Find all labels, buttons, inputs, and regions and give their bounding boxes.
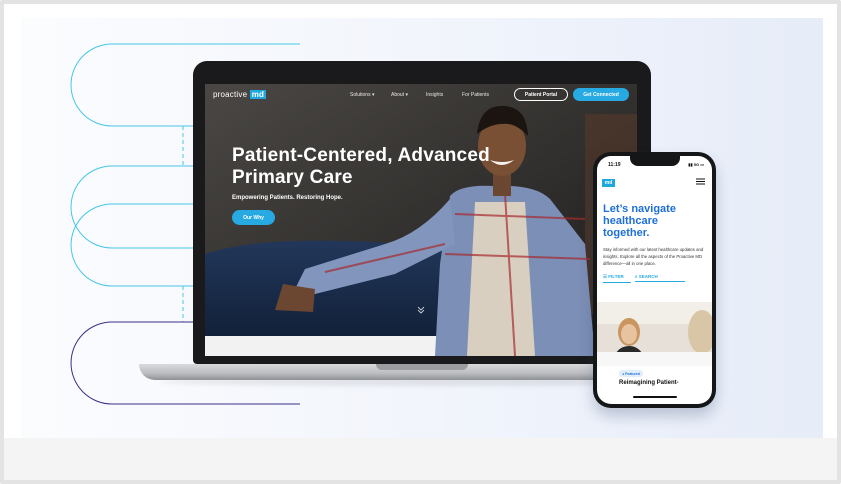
search-tab[interactable]: ⌕ SEARCH: [635, 274, 685, 282]
home-indicator: [633, 396, 677, 398]
our-why-button[interactable]: Our Why: [232, 210, 275, 225]
hero-title: Patient-Centered, Advanced Primary Care: [232, 145, 490, 188]
phone-body-text: Stay informed with our latest healthcare…: [603, 247, 704, 266]
chevron-down-icon[interactable]: [417, 306, 425, 316]
status-indicators: ▮▮ 5G ▭: [688, 162, 704, 167]
phone-notch: [630, 156, 680, 166]
get-connected-button[interactable]: Get Connected: [573, 88, 629, 101]
phone-logo-badge[interactable]: md: [602, 179, 615, 187]
laptop-screen: proactive md Solutions ▾ About ▾ Insight…: [205, 84, 637, 356]
site-nav: proactive md Solutions ▾ About ▾ Insight…: [205, 84, 637, 106]
featured-badge: ● Featured: [619, 370, 643, 377]
logo-text: proactive: [213, 90, 248, 99]
laptop-notch: [376, 364, 468, 370]
phone: 11:19 ▮▮ 5G ▭ md Let’s navigate healthca…: [593, 152, 716, 408]
patient-portal-button[interactable]: Patient Portal: [514, 88, 568, 101]
filter-tab[interactable]: ☰ FILTER: [603, 274, 631, 283]
nav-for-patients[interactable]: For Patients: [462, 92, 489, 98]
phone-heading: Let’s navigate healthcare together.: [603, 203, 676, 239]
featured-photo: [597, 302, 712, 366]
hamburger-icon[interactable]: [696, 178, 705, 187]
nav-about[interactable]: About ▾: [391, 92, 408, 98]
featured-title[interactable]: Reimagining Patient-: [619, 380, 679, 386]
logo-badge: md: [249, 90, 267, 99]
site-logo[interactable]: proactive md: [213, 90, 267, 99]
hero-subtitle: Empowering Patients. Restoring Hope.: [232, 195, 343, 201]
status-time: 11:19: [608, 162, 621, 168]
nav-insights[interactable]: Insights: [426, 92, 443, 98]
phone-screen: 11:19 ▮▮ 5G ▭ md Let’s navigate healthca…: [597, 156, 712, 404]
nav-solutions[interactable]: Solutions ▾: [350, 92, 374, 98]
